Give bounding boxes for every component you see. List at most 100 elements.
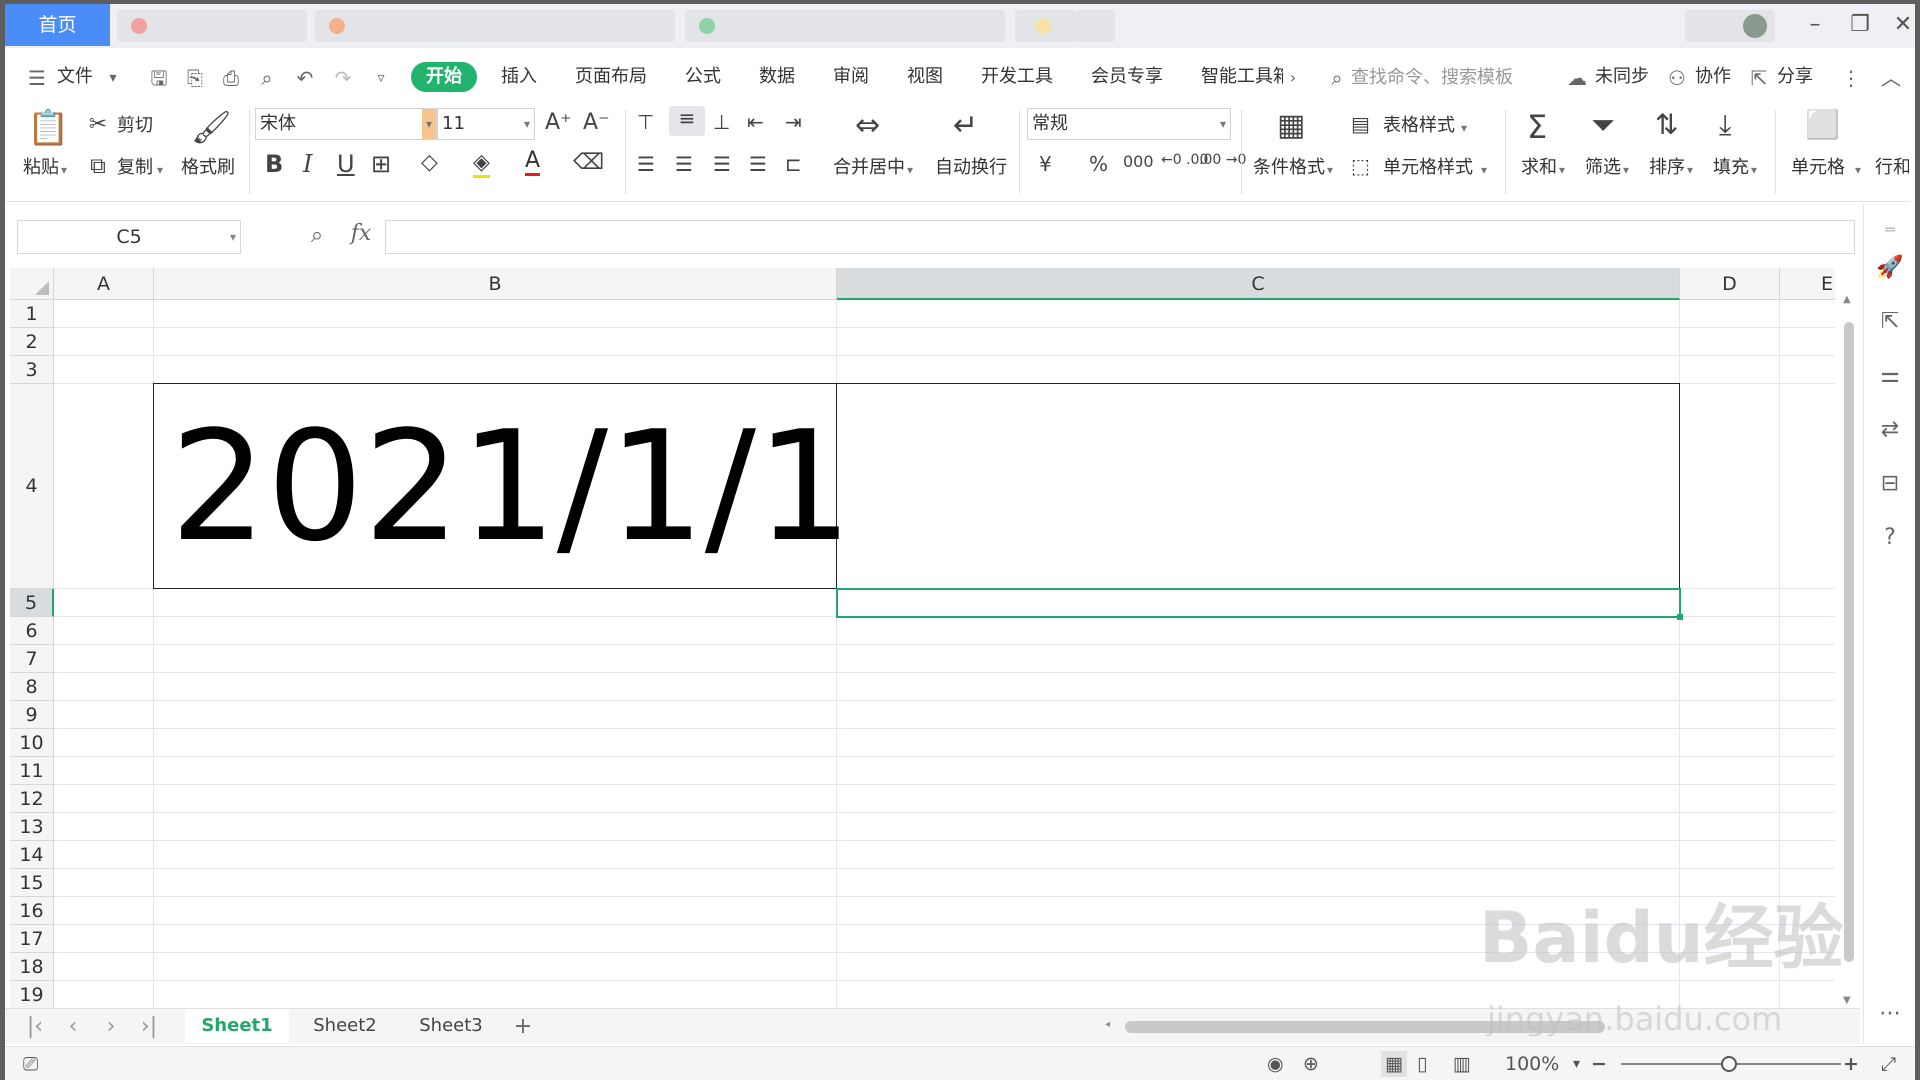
chevron-down-icon[interactable]: ▾ bbox=[101, 66, 125, 90]
share-button[interactable]: 分享 bbox=[1777, 62, 1813, 92]
fill-button[interactable]: 填充 bbox=[1713, 156, 1749, 180]
paste-icon[interactable]: 📋 bbox=[27, 108, 69, 148]
row-header-9[interactable]: 9 bbox=[10, 701, 54, 729]
last-sheet-icon[interactable]: ›| bbox=[135, 1013, 163, 1041]
number-format-select[interactable]: 常规 ▾ bbox=[1027, 108, 1231, 140]
clear-format-icon[interactable]: ⌫ bbox=[573, 150, 604, 175]
chevron-down-icon[interactable]: ▾ bbox=[1559, 158, 1565, 182]
menu-page-layout[interactable]: 页面布局 bbox=[575, 62, 647, 92]
sum-icon[interactable]: Σ bbox=[1527, 108, 1547, 146]
hamburger-icon[interactable]: ☰ bbox=[25, 66, 49, 90]
eye-protection-icon[interactable]: ◉ bbox=[1267, 1051, 1284, 1077]
row-header-16[interactable]: 16 bbox=[10, 897, 54, 925]
font-name-select[interactable]: 宋体 ▾ bbox=[255, 108, 437, 140]
thousands-separator-icon[interactable]: 000 bbox=[1123, 152, 1154, 171]
align-center-icon[interactable]: ☰ bbox=[675, 152, 693, 176]
add-sheet-icon[interactable]: + bbox=[509, 1013, 537, 1041]
undo-icon[interactable]: ↶ bbox=[293, 66, 317, 90]
menu-smart-tools[interactable]: 智能工具箱 bbox=[1201, 62, 1283, 92]
wrap-text-button[interactable]: 自动换行 bbox=[935, 156, 1007, 180]
chevron-down-icon[interactable]: ▾ bbox=[907, 158, 913, 182]
document-tab[interactable] bbox=[1015, 10, 1075, 42]
menu-data[interactable]: 数据 bbox=[759, 62, 795, 92]
zoom-in-icon[interactable]: + bbox=[1843, 1051, 1859, 1077]
merge-center-button[interactable]: 合并居中 bbox=[833, 156, 905, 180]
collaborate-button[interactable]: 协作 bbox=[1695, 62, 1731, 92]
zoom-out-icon[interactable]: − bbox=[1591, 1051, 1607, 1077]
document-tab[interactable] bbox=[117, 10, 307, 42]
fill-down-icon[interactable]: ⤓ bbox=[1719, 108, 1731, 142]
collaborate-icon[interactable]: ⚇ bbox=[1665, 66, 1689, 90]
align-top-icon[interactable]: ⊤ bbox=[637, 110, 654, 134]
wrap-text-icon[interactable]: ↵ bbox=[953, 108, 978, 143]
chevron-down-icon[interactable]: ▾ bbox=[1623, 158, 1629, 182]
align-middle-icon[interactable]: ≡ bbox=[669, 106, 705, 136]
merge-center-icon[interactable]: ⇔ bbox=[855, 108, 880, 143]
chevron-down-icon[interactable]: ▾ bbox=[1855, 158, 1861, 182]
help-icon[interactable]: ? bbox=[1876, 524, 1904, 552]
column-header-a[interactable]: A bbox=[54, 268, 154, 300]
home-tab[interactable]: 首页 bbox=[5, 4, 110, 46]
distributed-align-icon[interactable]: ⊏ bbox=[785, 152, 802, 176]
chevron-down-icon[interactable]: ▾ bbox=[157, 158, 163, 182]
format-painter-button[interactable]: 格式刷 bbox=[181, 156, 235, 180]
zoom-level[interactable]: 100% bbox=[1505, 1051, 1559, 1077]
row-header-13[interactable]: 13 bbox=[10, 813, 54, 841]
name-box[interactable]: C5 ▾ bbox=[17, 220, 241, 254]
chevron-down-icon[interactable]: ▾ bbox=[1327, 158, 1333, 182]
copy-icon[interactable]: ⧉ bbox=[85, 154, 111, 179]
decrease-decimal-icon[interactable]: .00 →0 bbox=[1199, 152, 1246, 168]
document-tab[interactable] bbox=[315, 10, 675, 42]
sheet-tab-sheet1[interactable]: Sheet1 bbox=[185, 1009, 289, 1043]
next-sheet-icon[interactable]: › bbox=[97, 1013, 125, 1041]
select-all-corner[interactable] bbox=[10, 268, 54, 300]
panel-drag-handle-icon[interactable]: ═ bbox=[1876, 216, 1904, 244]
selected-cell-c5[interactable] bbox=[836, 588, 1683, 620]
zoom-slider-thumb[interactable] bbox=[1721, 1056, 1737, 1072]
first-sheet-icon[interactable]: |‹ bbox=[21, 1013, 49, 1041]
cloud-sync-icon[interactable]: ☁ bbox=[1565, 66, 1589, 90]
align-bottom-icon[interactable]: ⊥ bbox=[713, 110, 730, 134]
cursor-select-icon[interactable]: ⇱ bbox=[1876, 308, 1904, 336]
page-break-view-icon[interactable]: ▥ bbox=[1453, 1051, 1471, 1077]
rocket-icon[interactable]: 🚀 bbox=[1876, 254, 1904, 282]
document-tab[interactable] bbox=[685, 10, 1005, 42]
copy-button[interactable]: 复制 bbox=[117, 156, 153, 180]
table-style-button[interactable]: 表格样式 bbox=[1383, 114, 1455, 138]
menu-member[interactable]: 会员专享 bbox=[1091, 62, 1163, 92]
font-size-select[interactable]: 11 ▾ bbox=[437, 108, 535, 140]
search-icon[interactable]: ⌕ bbox=[1325, 66, 1349, 90]
zoom-slider[interactable] bbox=[1621, 1056, 1841, 1072]
menu-file[interactable]: 文件 bbox=[57, 62, 93, 92]
settings-slider-icon[interactable]: ⚌ bbox=[1876, 362, 1904, 390]
row-header-7[interactable]: 7 bbox=[10, 645, 54, 673]
transform-icon[interactable]: ⇄ bbox=[1876, 416, 1904, 444]
page-layout-view-icon[interactable]: ▯ bbox=[1417, 1051, 1427, 1077]
cell-fill-style-icon[interactable]: ◇ bbox=[421, 150, 438, 175]
menu-start[interactable]: 开始 bbox=[411, 62, 477, 92]
share-icon[interactable]: ⇱ bbox=[1747, 66, 1771, 90]
center-view-icon[interactable]: ⊕ bbox=[1303, 1051, 1319, 1077]
export-pdf-icon[interactable]: ⎘ bbox=[183, 66, 207, 90]
cut-button[interactable]: 剪切 bbox=[117, 114, 153, 138]
font-color-icon[interactable]: A bbox=[525, 148, 541, 176]
cell-style-button[interactable]: 单元格样式 bbox=[1383, 156, 1473, 180]
chevron-down-icon[interactable]: ▾ bbox=[1461, 116, 1467, 140]
chevron-right-icon[interactable]: › bbox=[1281, 66, 1305, 90]
conditional-format-icon[interactable]: ▦ bbox=[1277, 108, 1305, 143]
row-header-14[interactable]: 14 bbox=[10, 841, 54, 869]
row-header-17[interactable]: 17 bbox=[10, 925, 54, 953]
row-header-5[interactable]: 5 bbox=[10, 589, 54, 617]
table-style-icon[interactable]: ▤ bbox=[1351, 112, 1370, 136]
italic-icon[interactable]: I bbox=[303, 150, 312, 178]
sort-icon[interactable]: ⇅ bbox=[1655, 108, 1678, 141]
row-header-6[interactable]: 6 bbox=[10, 617, 54, 645]
row-header-15[interactable]: 15 bbox=[10, 869, 54, 897]
chevron-down-icon[interactable]: ▾ bbox=[1687, 158, 1693, 182]
new-tab-button[interactable] bbox=[1075, 10, 1115, 42]
row-header-11[interactable]: 11 bbox=[10, 757, 54, 785]
bold-icon[interactable]: B bbox=[265, 150, 283, 178]
redo-icon[interactable]: ↷ bbox=[331, 66, 355, 90]
row-header-4[interactable]: 4 bbox=[10, 384, 54, 589]
column-header-b[interactable]: B bbox=[154, 268, 837, 300]
